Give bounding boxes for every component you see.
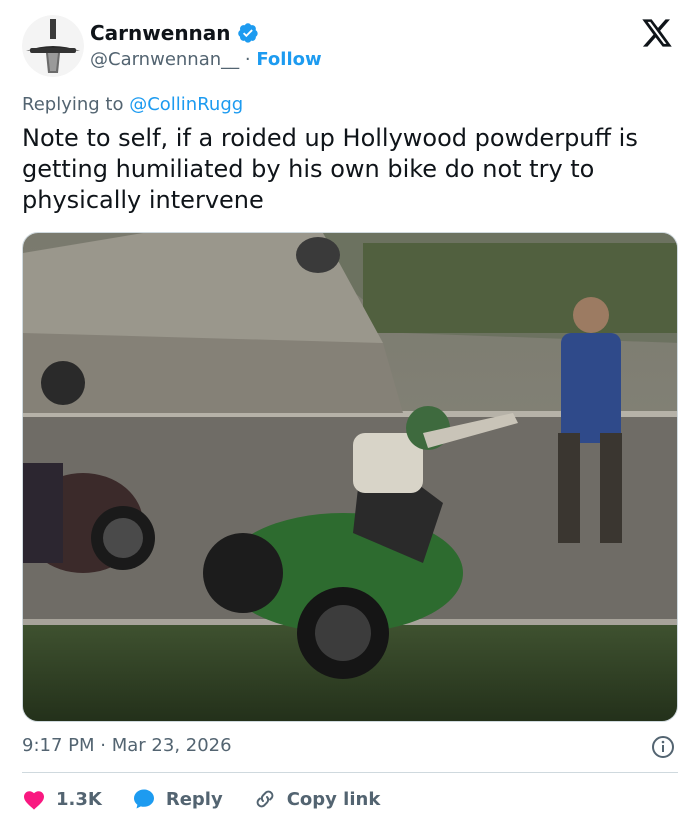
action-bar: 1.3K Reply Copy link <box>22 785 410 813</box>
reply-mention-link[interactable]: @CollinRugg <box>129 94 243 115</box>
link-icon <box>256 790 274 808</box>
tweet-timestamp[interactable]: 9:17 PM · Mar 23, 2026 <box>22 735 232 756</box>
copy-link-button[interactable]: Copy link <box>253 787 381 811</box>
date-separator: · <box>100 735 106 756</box>
tweet-media-video[interactable] <box>22 232 678 722</box>
author-avatar[interactable] <box>22 15 84 77</box>
sword-avatar <box>22 15 84 77</box>
reply-context: Replying to @CollinRugg <box>22 94 243 115</box>
info-icon[interactable] <box>651 735 675 759</box>
tweet-date: Mar 23, 2026 <box>111 735 232 756</box>
author-handle-row: @Carnwennan__ · Follow <box>90 49 322 70</box>
video-frame-image <box>23 233 677 721</box>
author-name[interactable]: Carnwennan <box>90 21 231 45</box>
separator: · <box>244 49 251 70</box>
like-button[interactable]: 1.3K <box>22 788 102 810</box>
tweet-time: 9:17 PM <box>22 735 95 756</box>
reply-button[interactable]: Reply <box>132 787 223 811</box>
speech-bubble-icon <box>133 789 154 809</box>
tweet-text: Note to self, if a roided up Hollywood p… <box>22 124 638 214</box>
copy-link-label: Copy link <box>286 788 381 810</box>
follow-button[interactable]: Follow <box>256 49 321 70</box>
verified-badge-icon <box>237 23 258 43</box>
author-name-row[interactable]: Carnwennan <box>90 21 259 45</box>
divider <box>22 772 678 773</box>
reply-prefix: Replying to <box>22 94 124 115</box>
heart-icon <box>24 791 44 810</box>
reply-label: Reply <box>165 788 223 810</box>
author-handle[interactable]: @Carnwennan__ <box>90 49 239 70</box>
x-logo-icon[interactable] <box>640 18 674 48</box>
like-count: 1.3K <box>56 788 102 810</box>
